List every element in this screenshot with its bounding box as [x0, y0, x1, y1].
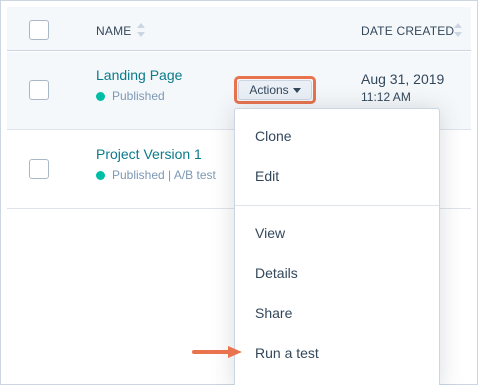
select-all-checkbox[interactable]	[29, 20, 49, 40]
date-created: Aug 31, 2019	[361, 71, 445, 87]
time-created: 11:12 AM	[361, 90, 411, 104]
menu-item-edit[interactable]: Edit	[255, 168, 279, 184]
page-name-link[interactable]: Project Version 1	[96, 146, 202, 162]
menu-item-clone[interactable]: Clone	[255, 128, 292, 144]
sort-icon[interactable]	[454, 23, 462, 37]
status-badge: Published	[96, 89, 165, 103]
arrow-right-icon	[192, 346, 242, 358]
status-badge: Published | A/B test	[96, 168, 216, 182]
table-header: NAME DATE CREATED	[7, 7, 471, 51]
status-text: Published | A/B test	[112, 168, 216, 182]
column-header-date-created[interactable]: DATE CREATED	[361, 24, 454, 38]
status-dot-icon	[96, 170, 105, 180]
status-dot-icon	[96, 91, 105, 101]
menu-item-share[interactable]: Share	[255, 305, 292, 321]
row-checkbox[interactable]	[29, 80, 49, 100]
caret-down-icon	[292, 87, 301, 93]
actions-dropdown-menu: Clone Edit View Details Share Run a test	[234, 108, 440, 385]
menu-divider	[235, 205, 439, 206]
sort-icon[interactable]	[137, 23, 145, 37]
page-name-link[interactable]: Landing Page	[96, 67, 182, 83]
menu-item-details[interactable]: Details	[255, 265, 298, 281]
actions-button-label: Actions	[249, 83, 289, 97]
menu-item-run-a-test[interactable]: Run a test	[255, 345, 319, 361]
actions-button[interactable]: Actions	[238, 80, 312, 100]
row-checkbox[interactable]	[29, 159, 49, 179]
status-text: Published	[112, 89, 165, 103]
menu-item-view[interactable]: View	[255, 225, 285, 241]
column-header-name[interactable]: NAME	[96, 24, 131, 38]
